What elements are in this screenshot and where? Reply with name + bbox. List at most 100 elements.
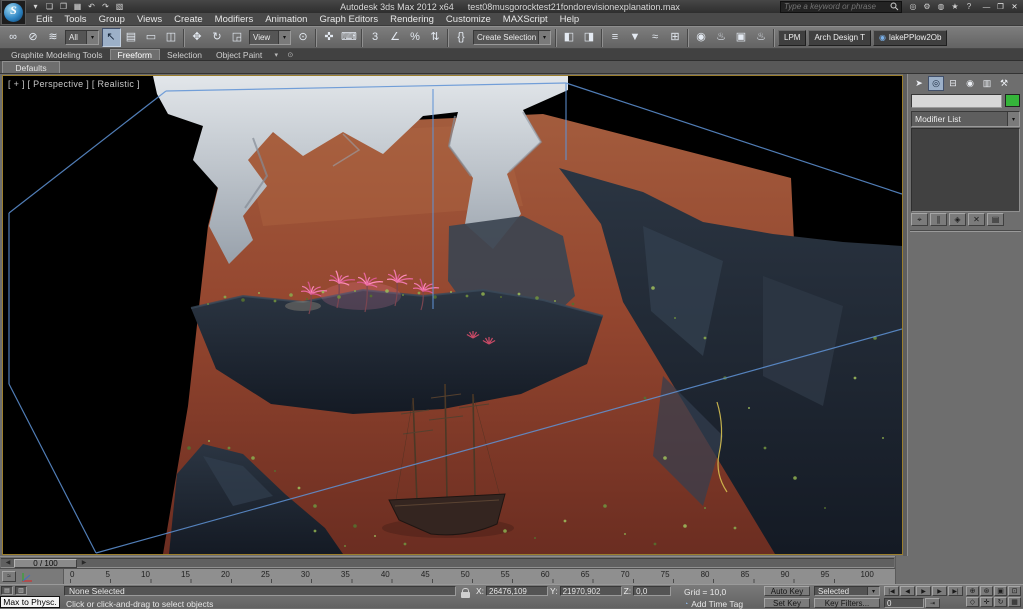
previous-frame-arrow-icon[interactable]: ◀ (3, 559, 13, 567)
defaults-tab[interactable]: Defaults (2, 61, 60, 73)
menu-create[interactable]: Create (168, 14, 209, 25)
restore-button[interactable]: ❐ (994, 2, 1007, 12)
zoom-extents-button[interactable]: ▣ (994, 586, 1007, 596)
configure-modifier-sets-button[interactable]: ▤ (987, 213, 1004, 226)
show-end-result-button[interactable]: ∥ (930, 213, 947, 226)
zoom-extents-all-button[interactable]: ⊡ (1008, 586, 1021, 596)
curve-editor-icon[interactable]: ≈ (646, 28, 665, 47)
maximize-viewport-button[interactable]: ▦ (1008, 597, 1021, 607)
bind-spacewarp-icon[interactable]: ≋ (44, 28, 63, 47)
redo-icon[interactable]: ↷ (99, 1, 112, 12)
unlink-icon[interactable]: ⊘ (24, 28, 43, 47)
rect-selection-region-icon[interactable]: ▭ (142, 28, 161, 47)
select-link-icon[interactable]: ∞ (4, 28, 23, 47)
selection-set-dropdown[interactable]: Create Selection Set▾ (473, 30, 551, 45)
menu-views[interactable]: Views (131, 14, 168, 25)
reference-coordinate-dropdown[interactable]: View ▾ (249, 30, 291, 45)
pin-stack-button[interactable]: ⌖ (911, 213, 928, 226)
viewport-canvas[interactable]: [ + ] [ Perspective ] [ Realistic ] (2, 75, 903, 555)
select-object-icon[interactable]: ↖ (101, 28, 121, 47)
y-coordinate-field[interactable]: 21970,902 (559, 586, 622, 596)
favorites-icon[interactable]: ★ (949, 2, 961, 12)
material-editor-icon[interactable]: ◉ (692, 28, 711, 47)
make-unique-button[interactable]: ◈ (949, 213, 966, 226)
save-file-icon[interactable]: ▦ (71, 1, 84, 12)
track-bar[interactable]: ≈ 0 5 10 15 20 25 30 35 40 45 50 55 60 65 70 75 80 85 90 95… (0, 568, 895, 584)
panel-tab-modify-icon[interactable]: ◎ (928, 76, 944, 91)
next-frame-button[interactable]: ▶ (932, 586, 947, 596)
snap-3d-icon[interactable]: 3 (366, 28, 385, 47)
new-file-icon[interactable]: ❏ (43, 1, 56, 12)
previous-frame-button[interactable]: ◀ (900, 586, 915, 596)
panel-tab-hierarchy-icon[interactable]: ⊟ (945, 76, 961, 91)
spinner-snap-icon[interactable]: ⇅ (426, 28, 445, 47)
chevron-down-icon[interactable]: ▾ (278, 31, 290, 44)
menu-group[interactable]: Group (93, 14, 131, 25)
menu-modifiers[interactable]: Modifiers (209, 14, 260, 25)
object-color-swatch[interactable] (1005, 94, 1020, 107)
menu-animation[interactable]: Animation (259, 14, 313, 25)
z-coordinate-field[interactable]: 0,0 (633, 586, 672, 596)
select-move-icon[interactable]: ✥ (188, 28, 207, 47)
window-crossing-icon[interactable]: ◫ (162, 28, 181, 47)
selection-status-field[interactable]: None Selected (64, 586, 456, 596)
fov-button[interactable]: ◇ (966, 597, 979, 607)
viewport-label[interactable]: [ + ] [ Perspective ] [ Realistic ] (8, 79, 140, 89)
lock-selection-toggle[interactable] (461, 588, 473, 599)
x-coordinate-field[interactable]: 26476,109 (486, 586, 549, 596)
key-filters-button[interactable]: Key Filters... (814, 598, 880, 608)
align-icon[interactable]: ◨ (580, 28, 599, 47)
menu-customize[interactable]: Customize (440, 14, 497, 25)
time-slider-track[interactable]: ◀ 0 / 100 ▶ (1, 558, 894, 568)
set-key-button[interactable]: Set Key (764, 598, 810, 608)
layer-manager-icon[interactable]: ≡ (606, 28, 625, 47)
ribbon-tab-freeform[interactable]: Freeform (109, 49, 160, 60)
ribbon-tab-graphite[interactable]: Graphite Modeling Tools (4, 49, 110, 60)
chevron-down-icon[interactable]: ▾ (86, 31, 98, 44)
application-menu-button[interactable]: S (1, 0, 26, 25)
select-by-name-icon[interactable]: ▤ (122, 28, 141, 47)
listener-log-icon[interactable]: ▥ (15, 586, 27, 595)
ribbon-minimize-icon[interactable]: ▾ (269, 49, 283, 60)
close-button[interactable]: ✕ (1008, 2, 1021, 12)
next-frame-arrow-icon[interactable]: ▶ (79, 559, 89, 567)
auto-key-button[interactable]: Auto Key (764, 586, 810, 596)
go-to-end-button[interactable]: ▶| (948, 586, 963, 596)
key-mode-toggle-button[interactable]: ⇥ (925, 598, 940, 608)
select-rotate-icon[interactable]: ↻ (208, 28, 227, 47)
menu-tools[interactable]: Tools (58, 14, 92, 25)
panel-tab-motion-icon[interactable]: ◉ (962, 76, 978, 91)
orbit-button[interactable]: ↻ (994, 597, 1007, 607)
object-name-field[interactable] (911, 93, 1002, 108)
pan-button[interactable]: ✛ (980, 597, 993, 607)
render-icon[interactable]: ♨ (752, 28, 771, 47)
project-folder-icon[interactable]: ▧ (113, 1, 126, 12)
panel-tab-create-icon[interactable]: ➤ (911, 76, 927, 91)
key-mode-dropdown[interactable]: Selected ▾ (814, 586, 880, 596)
percent-snap-icon[interactable]: % (406, 28, 425, 47)
zoom-all-button[interactable]: ⊛ (980, 586, 993, 596)
communication-center-icon[interactable]: ◍ (935, 2, 947, 12)
named-selection-sets-icon[interactable]: {} (452, 28, 471, 47)
help-icon[interactable]: ? (963, 2, 975, 12)
remove-modifier-button[interactable]: ✕ (968, 213, 985, 226)
zoom-button[interactable]: ⊕ (966, 586, 979, 596)
app-menu-arrow-icon[interactable]: ▾ (29, 1, 42, 12)
current-frame-field[interactable]: 0 (884, 598, 924, 608)
maxscript-listener-icon[interactable]: ▤ (1, 586, 13, 595)
render-setup-icon[interactable]: ♨ (712, 28, 731, 47)
open-file-icon[interactable]: ❐ (57, 1, 70, 12)
time-slider-handle[interactable]: 0 / 100 (14, 559, 77, 568)
menu-graph-editors[interactable]: Graph Editors (313, 14, 384, 25)
menu-help[interactable]: Help (554, 14, 586, 25)
modifier-list-dropdown[interactable]: Modifier List ▾ (911, 111, 1020, 127)
infocenter-search-icon[interactable]: ◎ (907, 2, 919, 12)
ribbon-config-icon[interactable]: ⊙ (283, 49, 297, 60)
minimize-button[interactable]: — (980, 2, 993, 12)
panel-tab-utilities-icon[interactable]: ⚒ (996, 76, 1012, 91)
mirror-icon[interactable]: ◧ (560, 28, 579, 47)
select-scale-icon[interactable]: ◲ (228, 28, 247, 47)
ribbon-toggle-icon[interactable]: ▼ (626, 28, 645, 47)
max-to-physc-button[interactable]: Max to Physc. (0, 596, 60, 608)
selection-filter-dropdown[interactable]: All ▾ (65, 30, 99, 45)
